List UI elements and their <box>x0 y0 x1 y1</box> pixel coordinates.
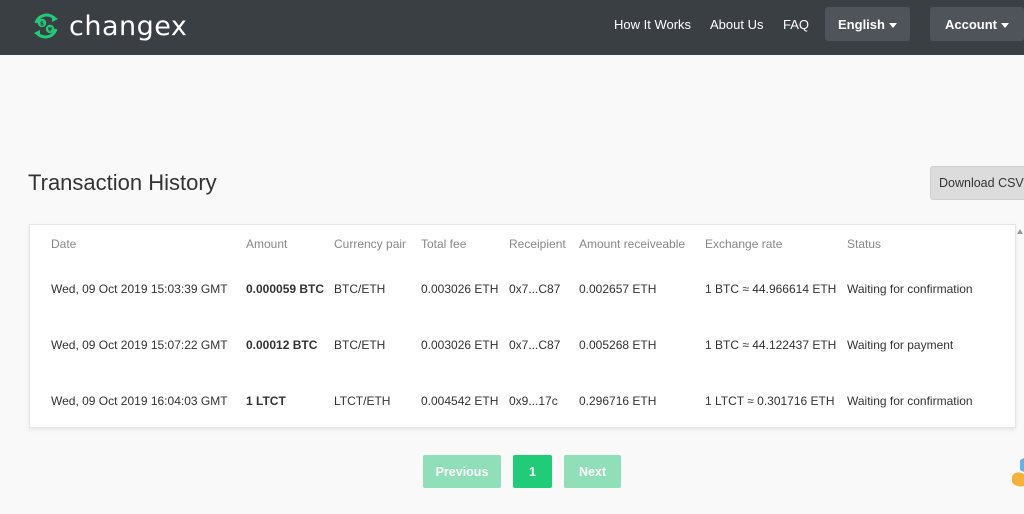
row-recipient: 0x7...C87 <box>509 338 561 352</box>
row-amount-receivable: 0.002657 ETH <box>579 282 657 296</box>
row-total-fee: 0.003026 ETH <box>421 338 499 352</box>
download-csv-button[interactable]: Download CSV <box>930 166 1024 200</box>
row-amount: 0.00012 BTC <box>246 338 318 352</box>
column-header-recipient: Receipient <box>509 237 566 251</box>
row-currency-pair: BTC/ETH <box>334 282 386 296</box>
row-amount: 1 LTCT <box>246 394 286 408</box>
row-status: Waiting for confirmation <box>847 394 973 408</box>
page-1-button[interactable]: 1 <box>513 455 552 488</box>
next-page-button[interactable]: Next <box>564 455 621 488</box>
nav-about-us[interactable]: About Us <box>710 17 763 32</box>
navbar: $ ¥ changex How It Works About Us FAQ En… <box>0 0 1024 55</box>
row-total-fee: 0.004542 ETH <box>421 394 499 408</box>
row-currency-pair: LTCT/ETH <box>334 394 391 408</box>
svg-text:$: $ <box>40 21 44 28</box>
brand-name: changex <box>69 10 188 42</box>
row-amount: 0.000059 BTC <box>246 282 325 296</box>
column-header-currency-pair: Currency pair <box>334 237 407 251</box>
language-label: English <box>838 16 885 32</box>
column-header-total-fee: Total fee <box>421 237 467 251</box>
row-currency-pair: BTC/ETH <box>334 338 386 352</box>
caret-down-icon <box>888 22 897 28</box>
column-header-amount: Amount <box>246 237 288 251</box>
transaction-table: Date Amount Currency pair Total fee Rece… <box>29 224 1016 428</box>
nav-faq[interactable]: FAQ <box>783 17 809 32</box>
row-exchange-rate: 1 BTC ≈ 44.122437 ETH <box>705 338 837 352</box>
row-total-fee: 0.003026 ETH <box>421 282 499 296</box>
account-dropdown[interactable]: Account <box>930 7 1024 41</box>
row-status: Waiting for confirmation <box>847 282 973 296</box>
currency-exchange-logo-icon: $ ¥ <box>30 10 62 42</box>
row-date: Wed, 09 Oct 2019 15:03:39 GMT <box>51 282 228 296</box>
account-label: Account <box>945 16 997 32</box>
scroll-up-icon[interactable] <box>1017 224 1024 240</box>
row-date: Wed, 09 Oct 2019 15:07:22 GMT <box>51 338 228 352</box>
language-dropdown[interactable]: English <box>825 7 910 41</box>
row-status: Waiting for payment <box>847 338 954 352</box>
row-amount-receivable: 0.296716 ETH <box>579 394 657 408</box>
column-header-exchange-rate: Exchange rate <box>705 237 783 251</box>
column-header-date: Date <box>51 237 77 251</box>
brand-logo-link[interactable]: $ ¥ changex <box>30 8 187 44</box>
row-recipient: 0x9...17c <box>509 394 558 408</box>
chat-widget-icon[interactable] <box>1010 458 1024 488</box>
column-header-status: Status <box>847 237 882 251</box>
row-exchange-rate: 1 LTCT ≈ 0.301716 ETH <box>705 394 835 408</box>
page-title: Transaction History <box>28 170 217 195</box>
caret-down-icon <box>1001 22 1009 28</box>
row-exchange-rate: 1 BTC ≈ 44.966614 ETH <box>705 282 837 296</box>
row-recipient: 0x7...C87 <box>509 282 561 296</box>
row-date: Wed, 09 Oct 2019 16:04:03 GMT <box>51 394 228 408</box>
nav-how-it-works[interactable]: How It Works <box>614 17 691 32</box>
previous-page-button[interactable]: Previous <box>423 455 501 488</box>
column-header-amount-receivable: Amount receiveable <box>579 237 686 251</box>
row-amount-receivable: 0.005268 ETH <box>579 338 657 352</box>
